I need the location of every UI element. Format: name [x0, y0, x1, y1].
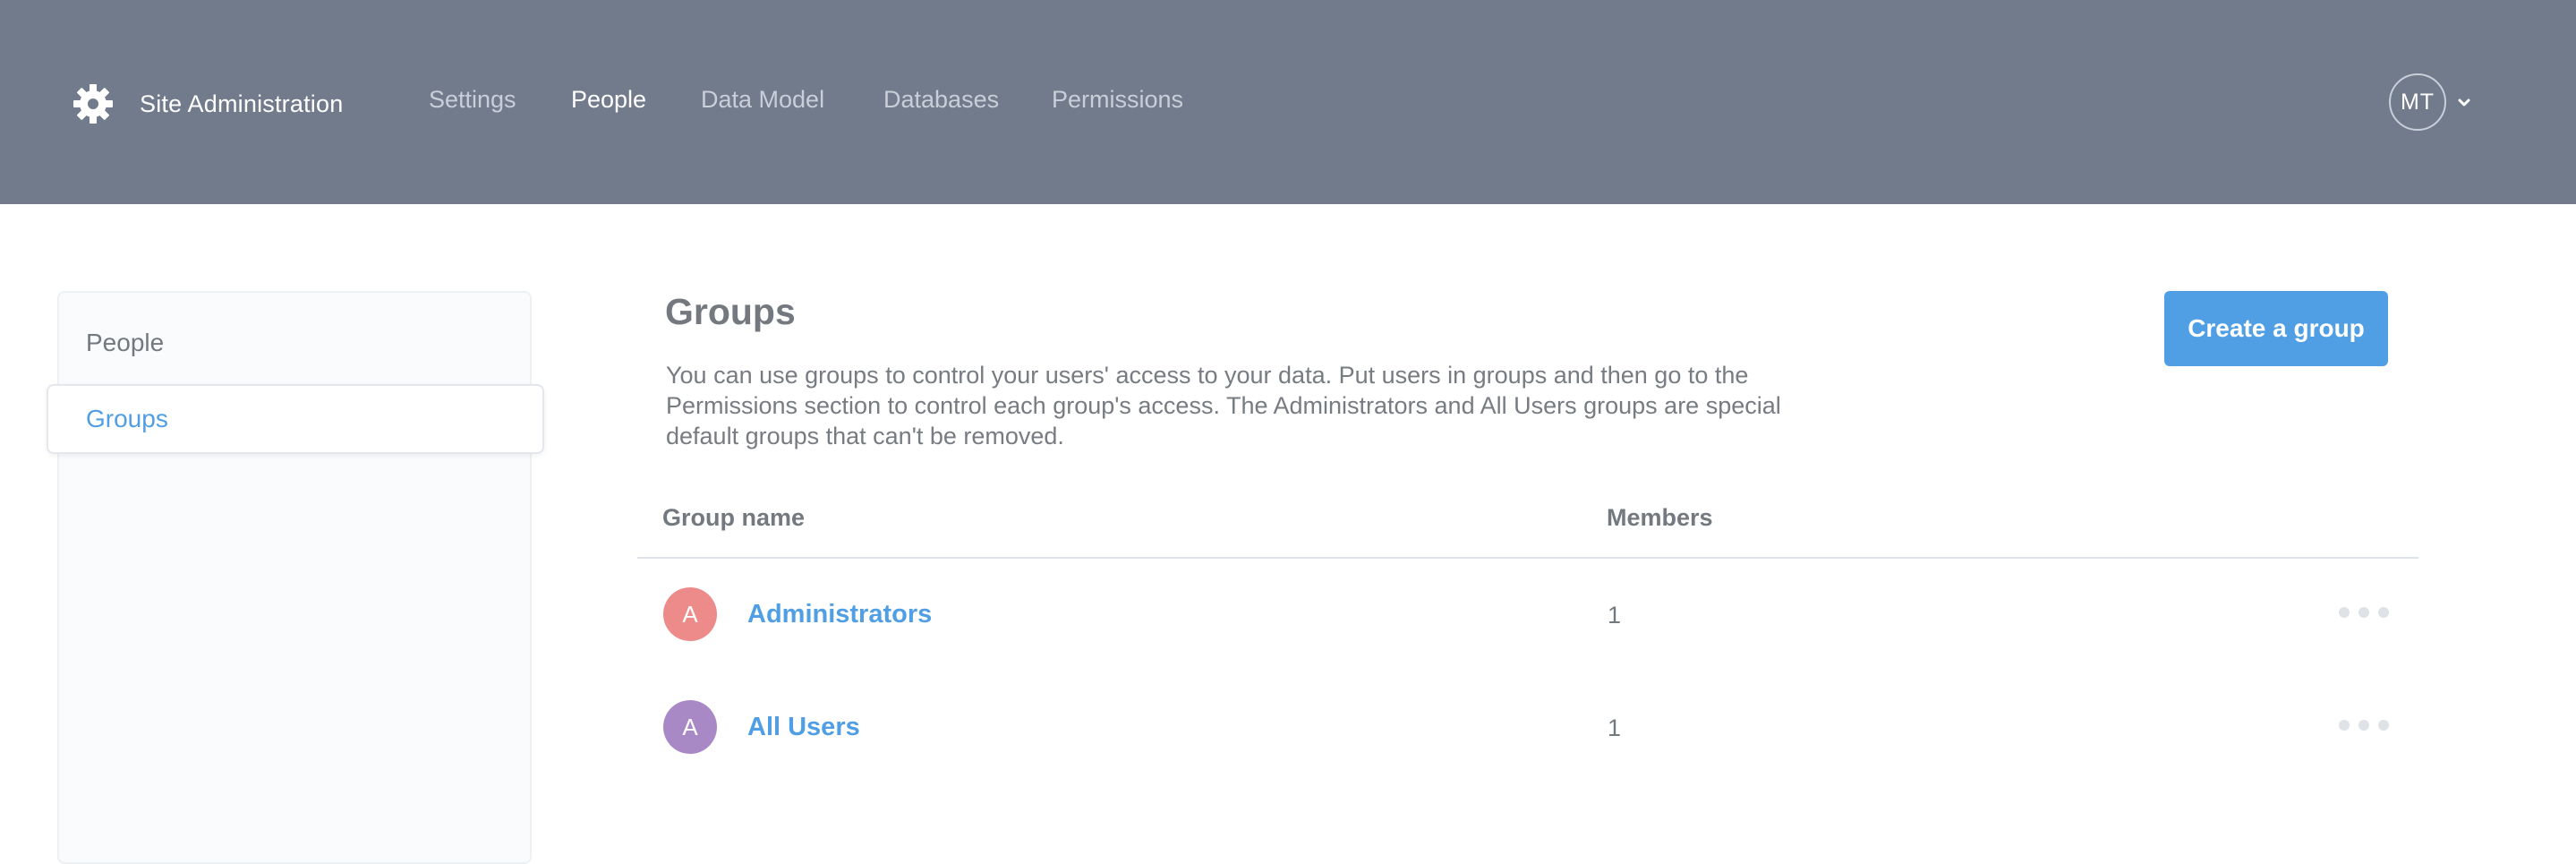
group-name-link[interactable]: All Users: [747, 713, 860, 742]
nav-data-model[interactable]: Data Model: [701, 86, 824, 114]
column-header-group-name: Group name: [662, 504, 806, 531]
nav-people[interactable]: People: [571, 86, 646, 114]
nav-databases[interactable]: Databases: [883, 86, 999, 114]
sidebar-item-people[interactable]: People: [86, 329, 164, 357]
nav-settings[interactable]: Settings: [429, 86, 516, 114]
more-options-icon[interactable]: [2339, 603, 2389, 621]
more-options-icon[interactable]: [2339, 716, 2389, 734]
column-header-members: Members: [1607, 504, 1713, 531]
group-name-link[interactable]: Administrators: [747, 600, 932, 629]
nav-permissions[interactable]: Permissions: [1052, 86, 1183, 114]
brand-label: Site Administration: [140, 90, 344, 117]
user-avatar[interactable]: MT: [2389, 73, 2446, 131]
group-avatar: A: [663, 587, 717, 641]
member-count: 1: [1608, 602, 1622, 629]
table-header-divider: [637, 557, 2418, 559]
create-group-button[interactable]: Create a group: [2164, 291, 2388, 366]
group-avatar: A: [663, 700, 717, 754]
gear-icon: [73, 84, 113, 124]
site-admin-brand[interactable]: Site Administration: [72, 82, 343, 125]
sidebar-item-groups[interactable]: Groups: [47, 384, 544, 454]
top-navigation-bar: Site Administration Settings People Data…: [0, 0, 2576, 204]
page-title: Groups: [665, 291, 796, 332]
chevron-down-icon: [2458, 98, 2470, 107]
page-description: You can use groups to control your users…: [666, 362, 1781, 449]
member-count: 1: [1608, 714, 1622, 741]
user-menu[interactable]: MT: [2389, 73, 2473, 131]
sidebar: People: [57, 291, 532, 864]
